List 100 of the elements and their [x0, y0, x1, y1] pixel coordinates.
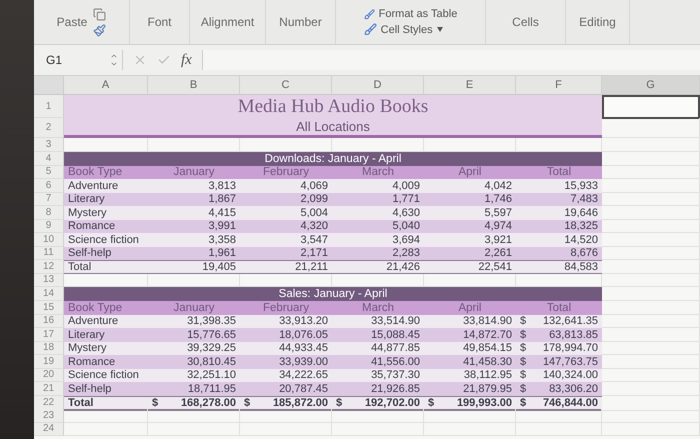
- column-header: January: [148, 301, 240, 314]
- row-number[interactable]: 15: [34, 301, 64, 314]
- format-painter-icon[interactable]: [93, 24, 106, 36]
- row-number[interactable]: 11: [34, 246, 64, 260]
- empty-cell[interactable]: [602, 409, 700, 422]
- row-number[interactable]: 6: [34, 179, 64, 192]
- cell-value: 746,844.00: [542, 396, 598, 408]
- table-cell-text: Literary: [67, 192, 106, 206]
- row-number[interactable]: 9: [34, 220, 64, 233]
- cell-value: 132,641.35: [542, 315, 598, 328]
- table-cell-text: 18,325: [563, 220, 599, 233]
- table-cell-text: 14,872.70: [462, 328, 513, 342]
- column-heading[interactable]: D: [332, 76, 424, 94]
- table-cell-text: 1,961: [207, 246, 237, 260]
- empty-cell[interactable]: [424, 409, 516, 422]
- row-number[interactable]: 18: [34, 342, 64, 355]
- name-box[interactable]: G1: [42, 50, 123, 70]
- row-number[interactable]: 5: [34, 166, 64, 179]
- ribbon-group-label[interactable]: Cells: [512, 15, 539, 29]
- currency-symbol: $: [520, 342, 526, 354]
- ribbon-group-label[interactable]: Editing: [579, 15, 616, 29]
- sheet-title: Media Hub Audio Books: [64, 95, 602, 118]
- table-cell-text: Total: [67, 396, 94, 408]
- table-cell-text: 34,222.65: [278, 368, 329, 382]
- table-cell-text: 1,746: [483, 192, 513, 206]
- row-number[interactable]: 1: [34, 95, 64, 118]
- column-heading[interactable]: B: [148, 76, 240, 94]
- row-number[interactable]: 21: [34, 382, 64, 396]
- column-heading[interactable]: A: [64, 76, 148, 94]
- table-cell-text: 5,004: [299, 206, 329, 220]
- table-cell-text: 18,711.95: [186, 382, 237, 396]
- select-all-corner[interactable]: [34, 76, 64, 94]
- currency-symbol: $: [520, 396, 526, 408]
- table-cell-text: 18,076.05: [278, 328, 329, 342]
- stepper-icon[interactable]: [110, 52, 118, 68]
- ribbon-group-label[interactable]: Number: [279, 15, 322, 29]
- empty-cell[interactable]: [602, 274, 700, 287]
- cancel-icon[interactable]: [133, 53, 147, 67]
- table-cell-text: 15,776.65: [186, 328, 237, 342]
- table-cell-text: 41,556.00: [370, 355, 421, 368]
- row-number[interactable]: 7: [34, 192, 64, 206]
- copy-icon[interactable]: [93, 8, 106, 20]
- table-cell-text: 19,405: [201, 261, 237, 273]
- column-header: January: [148, 166, 240, 179]
- table-title: Downloads: January - April: [64, 152, 602, 166]
- empty-cell[interactable]: [332, 409, 424, 422]
- table-cell-text: 38,112.95: [462, 368, 513, 382]
- currency-symbol: $: [520, 328, 526, 341]
- empty-cell[interactable]: [516, 409, 602, 422]
- selected-cell[interactable]: [602, 95, 700, 119]
- column-header: Total: [516, 166, 602, 179]
- ribbon-group-label[interactable]: Alignment: [200, 15, 254, 29]
- empty-cell[interactable]: [240, 409, 332, 422]
- cell-value: 199,993.00: [456, 396, 512, 408]
- row-number[interactable]: 23: [34, 409, 64, 422]
- table-cell-text: 8,676: [569, 246, 599, 260]
- brush-icon[interactable]: [364, 8, 375, 20]
- row-number[interactable]: 8: [34, 206, 64, 220]
- cell-styles-button[interactable]: Cell Styles: [380, 24, 433, 36]
- table-cell-text: Romance: [67, 220, 116, 233]
- cell-value: 83,306.20: [549, 382, 598, 395]
- table-cell-text: Self-help: [67, 382, 112, 396]
- table-cell-text: 3,547: [299, 233, 329, 246]
- cell-value: 147,763.75: [542, 356, 598, 368]
- table-cell-text: 3,694: [391, 233, 421, 246]
- row-number[interactable]: 17: [34, 328, 64, 342]
- ribbon-group-label[interactable]: Font: [147, 15, 172, 29]
- row-number[interactable]: 19: [34, 355, 64, 368]
- currency-symbol: $: [520, 369, 526, 382]
- row-number[interactable]: 13: [34, 274, 64, 287]
- table-cell-text: 2,099: [299, 192, 329, 206]
- row-number[interactable]: 4: [34, 152, 64, 166]
- table-cell-text: 33,514.90: [370, 314, 421, 328]
- table-cell-text: 21,879.95: [462, 382, 513, 396]
- row-number[interactable]: 16: [34, 314, 64, 328]
- format-as-table-button[interactable]: Format as Table: [378, 8, 458, 20]
- row-number[interactable]: 24: [34, 422, 64, 436]
- row-number[interactable]: 2: [34, 118, 64, 138]
- row-number[interactable]: 14: [34, 287, 64, 301]
- column-heading[interactable]: C: [240, 76, 332, 94]
- empty-cell[interactable]: [148, 409, 240, 422]
- table-cell-text: Adventure: [67, 179, 120, 192]
- table-title: Sales: January - April: [64, 287, 602, 301]
- paste-button[interactable]: Paste: [56, 15, 88, 29]
- currency-symbol: $: [244, 396, 250, 408]
- column-heading[interactable]: E: [424, 76, 516, 94]
- empty-cell[interactable]: [602, 138, 700, 152]
- row-number[interactable]: 3: [34, 138, 64, 152]
- brush-icon[interactable]: [364, 23, 377, 36]
- currency-symbol: $: [428, 396, 434, 408]
- table-cell-text: 15,933: [563, 179, 599, 192]
- row-number[interactable]: 20: [34, 368, 64, 382]
- insert-function-button[interactable]: fx: [181, 52, 192, 68]
- row-number[interactable]: 12: [34, 260, 64, 274]
- table-cell-text: 5,597: [483, 206, 513, 220]
- table-cell-text: 2,261: [483, 246, 513, 260]
- caret-icon: [436, 27, 443, 32]
- column-heading[interactable]: G: [602, 76, 700, 94]
- table-cell-text: 31,398.35: [186, 314, 237, 328]
- row-number[interactable]: 10: [34, 233, 64, 246]
